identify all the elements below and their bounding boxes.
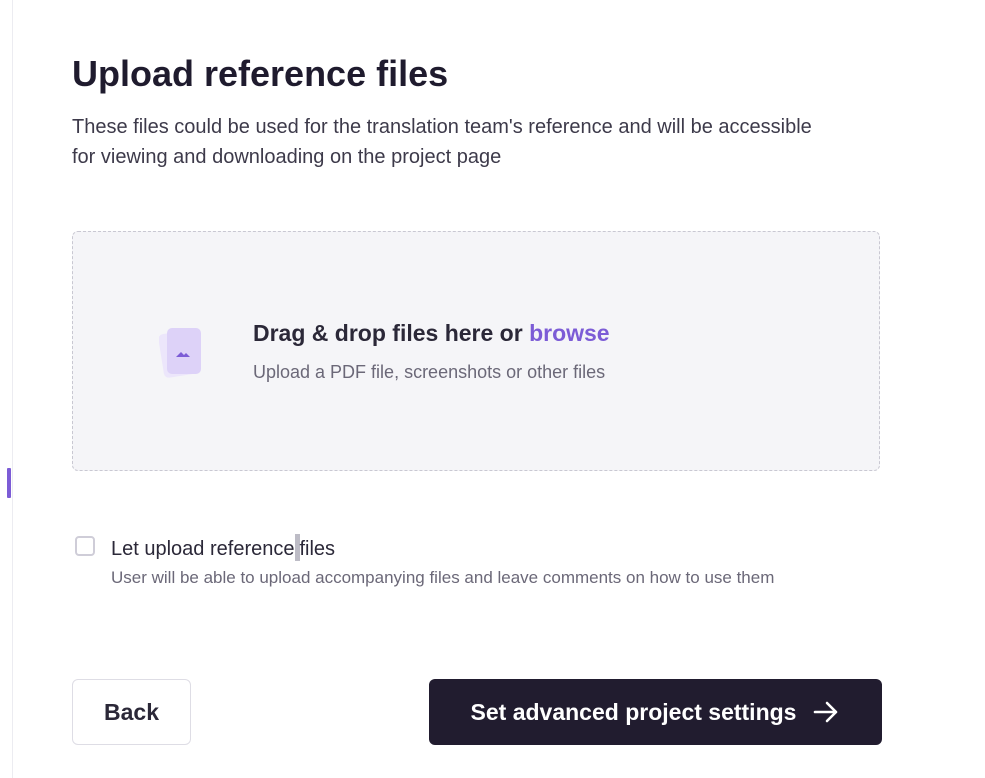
set-advanced-settings-label: Set advanced project settings — [470, 698, 797, 725]
browse-link[interactable]: browse — [529, 320, 610, 346]
active-step-indicator — [7, 468, 11, 498]
sidebar-divider — [12, 0, 13, 778]
allow-reference-upload-help: User will be able to upload accompanying… — [111, 568, 775, 587]
file-stack-icon — [159, 328, 201, 378]
set-advanced-settings-button[interactable]: Set advanced project settings — [429, 679, 882, 745]
allow-reference-upload-checkbox[interactable] — [75, 536, 95, 556]
dropzone-title: Drag & drop files here or browse — [253, 318, 610, 348]
option-label-part2: files — [299, 538, 336, 560]
arrow-right-icon — [814, 701, 838, 723]
back-button[interactable]: Back — [72, 679, 191, 745]
page-title: Upload reference files — [72, 53, 449, 94]
dropzone-hint: Upload a PDF file, screenshots or other … — [253, 362, 606, 382]
page-description: These files could be used for the transl… — [72, 116, 812, 168]
option-label-part1: Let upload reference — [111, 538, 295, 560]
page-frame: Upload reference files These files could… — [0, 0, 985, 778]
dropzone-title-text: Drag & drop files here or — [253, 320, 530, 346]
allow-reference-upload-label[interactable]: Let upload reference files — [111, 534, 335, 563]
file-dropzone[interactable]: Drag & drop files here or browse Upload … — [72, 231, 880, 471]
